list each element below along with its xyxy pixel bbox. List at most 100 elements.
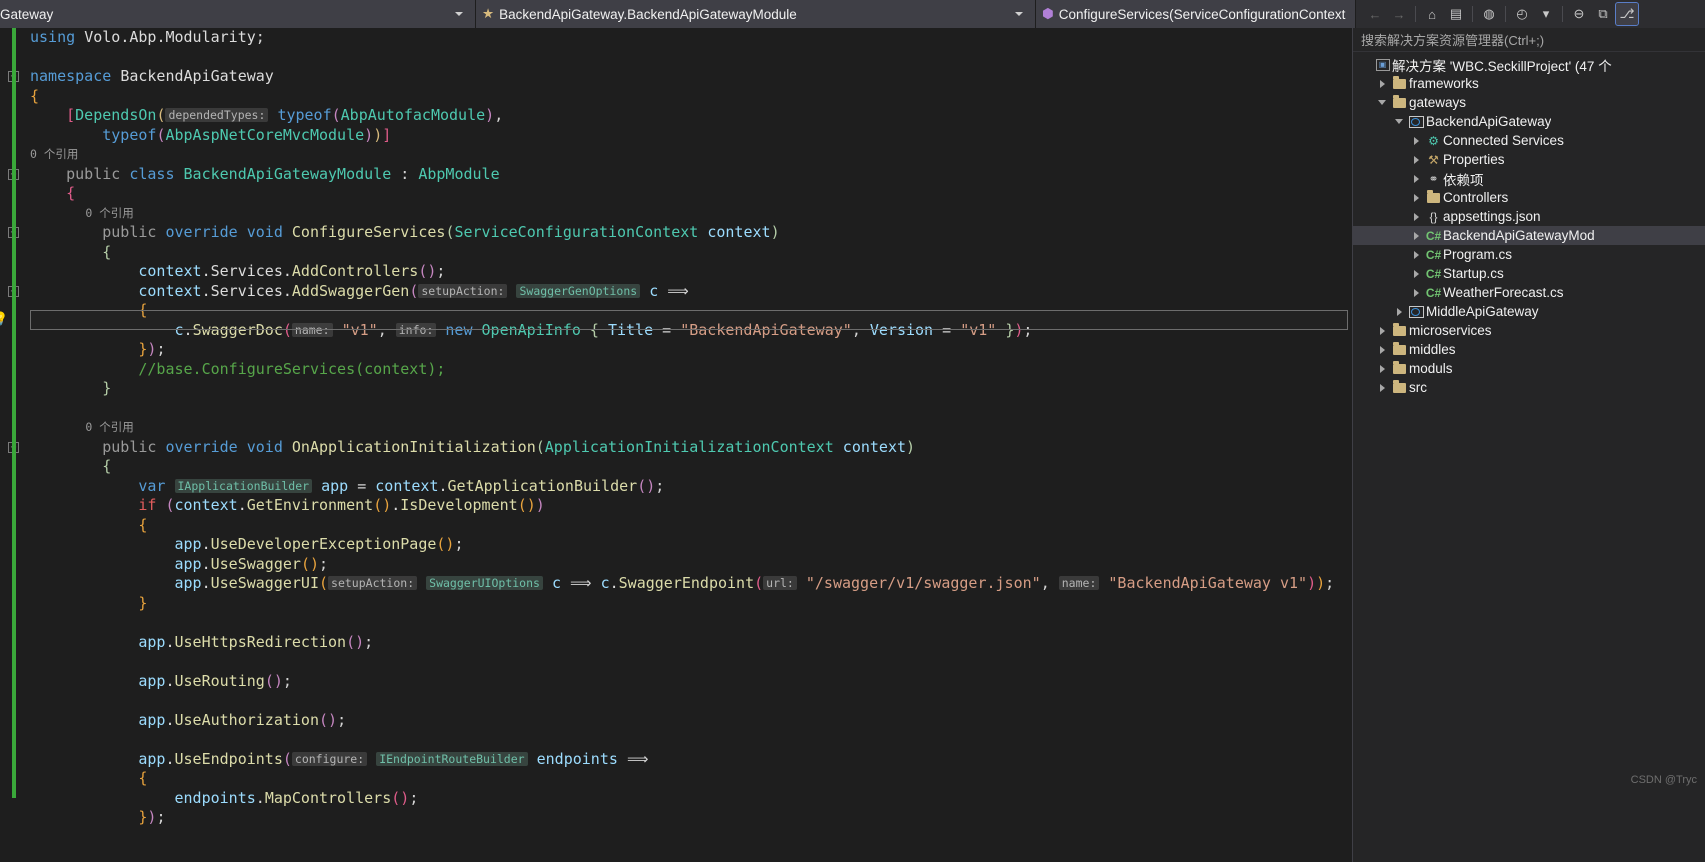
csharp-icon: C# [1425,228,1442,243]
collapse-pane-button[interactable]: ⊖ [1568,3,1590,25]
member-dropdown[interactable]: ⬢ ConfigureServices(ServiceConfiguration… [1036,0,1356,28]
tree-item[interactable]: ⚭ 依赖项 [1353,169,1705,188]
tree-item-label: 解决方案 'WBC.SeckillProject' (47 个 [1392,58,1612,74]
tree-item-label: MiddleApiGateway [1426,304,1539,319]
chevron-right-icon[interactable] [1408,250,1424,259]
connected-services-icon: ⚙ [1428,133,1439,148]
tree-item-label: Connected Services [1443,133,1564,148]
tree-item[interactable]: gateways [1353,93,1705,112]
solution-search-placeholder: 搜索解决方案资源管理器(Ctrl+;) [1361,33,1545,48]
toolbar-separator [1472,6,1473,22]
tree-item-label: appsettings.json [1443,209,1541,224]
chevron-right-icon[interactable] [1374,383,1390,392]
chevron-down-icon[interactable] [1374,100,1390,105]
tree-item-label: moduls [1409,361,1453,376]
code-line: typeof(AbpAspNetCoreMvcModule))] [102,125,392,144]
web-browser-button[interactable]: ◍ [1478,3,1500,25]
tree-item[interactable]: ⚒ Properties [1353,150,1705,169]
code-line: }); [138,340,166,358]
code-line: app.UseSwagger(); [174,554,329,573]
chevron-right-icon[interactable] [1374,345,1390,354]
code-line: { [102,457,112,475]
watermark: CSDN @Tryc [1630,774,1697,786]
code-line: { [102,242,112,261]
code-text[interactable]: using Volo.Abp.Modularity; namespace Bac… [30,28,1334,828]
tree-item[interactable]: ▣ 解决方案 'WBC.SeckillProject' (47 个 [1353,55,1705,74]
tree-item[interactable]: MiddleApiGateway [1353,302,1705,321]
chevron-right-icon[interactable] [1408,269,1424,278]
tree-item[interactable]: Controllers [1353,188,1705,207]
chevron-right-icon[interactable] [1408,212,1424,221]
code-line: endpoints.MapControllers(); [174,788,419,807]
tree-item[interactable]: C# Program.cs [1353,245,1705,264]
solution-explorer-button[interactable]: ⎇ [1615,2,1639,26]
chevron-right-icon[interactable] [1408,155,1424,164]
chevron-right-icon[interactable] [1408,174,1424,183]
tree-item-label: 依赖项 [1443,172,1484,188]
new-window-button[interactable]: ⧉ [1592,3,1614,25]
tree-item[interactable]: frameworks [1353,74,1705,93]
scope-dropdown[interactable]: Gateway [0,0,476,28]
csharp-icon: C# [1425,247,1442,262]
tree-item-label: middles [1409,342,1456,357]
chevron-right-icon[interactable] [1374,79,1390,88]
code-line: context.Services.AddControllers(); [138,262,446,280]
code-line: using Volo.Abp.Modularity; [30,28,265,46]
code-line: } [138,593,148,612]
folder-icon [1390,94,1409,108]
history-dropdown-button[interactable]: ▾ [1535,3,1557,25]
folder-icon [1390,322,1409,336]
tree-item-selected[interactable]: C# BackendApiGatewayMod [1353,226,1705,245]
type-dropdown-label: BackendApiGateway.BackendApiGatewayModul… [499,6,797,22]
chevron-right-icon[interactable] [1374,364,1390,373]
tree-item-label: WeatherForecast.cs [1443,285,1564,300]
type-dropdown[interactable]: ★ BackendApiGateway.BackendApiGatewayMod… [476,0,1036,28]
code-line: //base.ConfigureServices(context); [138,359,446,378]
toolbar-separator [1562,6,1563,22]
tree-item[interactable]: {} appsettings.json [1353,207,1705,226]
current-statement-highlight [30,310,1348,330]
properties-icon: ⚒ [1428,152,1439,167]
tree-item[interactable]: src [1353,378,1705,397]
code-line: { [30,86,40,105]
solution-explorer-panel[interactable]: 搜索解决方案资源管理器(Ctrl+;) ▣ 解决方案 'WBC.SeckillPr… [1352,28,1705,862]
chevron-right-icon[interactable] [1374,326,1390,335]
chevron-right-icon[interactable] [1391,307,1407,316]
code-line: app.UseEndpoints(configure: IEndpointRou… [138,749,649,768]
chevron-right-icon[interactable] [1408,288,1424,297]
code-line: }); [138,808,166,826]
chevron-right-icon[interactable] [1408,193,1424,202]
solution-tree[interactable]: ▣ 解决方案 'WBC.SeckillProject' (47 个 framewor… [1353,52,1705,397]
tree-item-label: Controllers [1443,190,1509,205]
tree-item[interactable]: microservices [1353,321,1705,340]
tree-item[interactable]: moduls [1353,359,1705,378]
tree-item-label: microservices [1409,323,1492,338]
tree-item[interactable]: C# Startup.cs [1353,264,1705,283]
chevron-right-icon[interactable] [1408,231,1424,240]
code-line: context.Services.AddSwaggerGen(setupActi… [138,281,689,300]
toolbar-separator [1415,6,1416,22]
code-line: app.UseAuthorization(); [138,710,347,729]
chevron-down-icon[interactable] [1391,119,1407,124]
change-indicator-bar [12,28,16,798]
solution-search-box[interactable]: 搜索解决方案资源管理器(Ctrl+;) [1353,28,1705,52]
scope-dropdown-label: Gateway [0,6,54,22]
navigate-forward-button: → [1392,6,1406,22]
toolbar: ← → ⌂ ▤ ◍ ◴ ▾ ⊖ ⧉ ⎇ [1356,0,1705,28]
home-button[interactable]: ⌂ [1421,3,1443,25]
tree-item[interactable]: BackendApiGateway [1353,112,1705,131]
code-line: app.UseSwaggerUI(setupAction: SwaggerUIO… [174,574,1335,592]
tree-item-label: src [1409,380,1427,395]
history-button[interactable]: ◴ [1511,3,1533,25]
tree-item[interactable]: ⚙ Connected Services [1353,131,1705,150]
chevron-right-icon[interactable] [1408,136,1424,145]
code-editor[interactable]: −−−−− using Volo.Abp.Modularity; namespa… [0,28,1352,862]
tree-item[interactable]: middles [1353,340,1705,359]
lightbulb-icon[interactable]: 💡 [0,311,10,329]
tree-item[interactable]: C# WeatherForecast.cs [1353,283,1705,302]
code-line: var IApplicationBuilder app = context.Ge… [138,476,665,495]
toolbar-separator [1505,6,1506,22]
sync-views-button[interactable]: ▤ [1445,3,1467,25]
